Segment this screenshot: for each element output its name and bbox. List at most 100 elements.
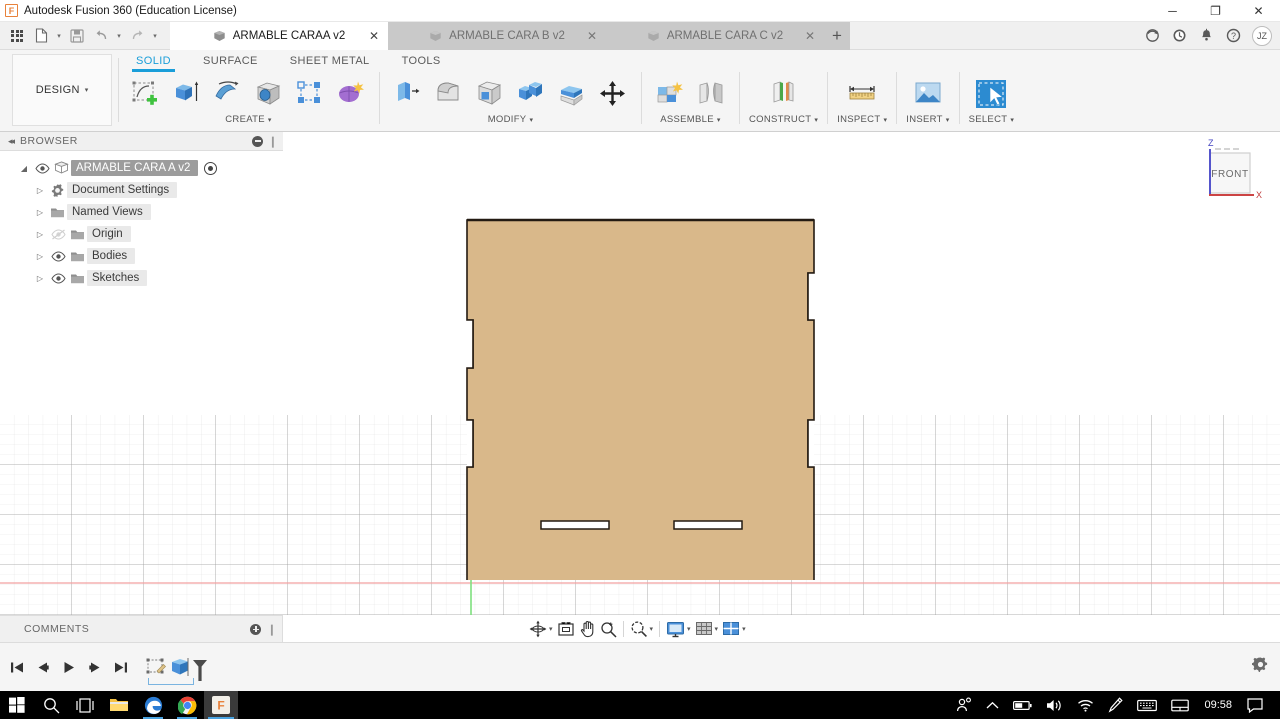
battery-icon[interactable] [1006,691,1039,719]
document-tab-1-close-icon[interactable]: ✕ [369,30,379,42]
step-forward-icon[interactable] [86,656,104,678]
tab-solid[interactable]: SOLID [120,50,187,72]
zoom-icon[interactable] [598,617,619,641]
pan-icon[interactable] [577,617,598,641]
chevron-down-icon[interactable]: ▾ [687,625,691,633]
tab-surface[interactable]: SURFACE [187,50,274,72]
step-back-icon[interactable] [34,656,52,678]
timeline-sketch-feature[interactable] [144,656,168,678]
armable-cara-panel-model[interactable] [455,180,830,580]
combine-icon[interactable] [512,74,550,114]
file-explorer-icon[interactable] [102,691,136,719]
people-icon[interactable] [949,691,979,719]
windows-start-icon[interactable] [0,691,34,719]
close-button[interactable]: ✕ [1237,0,1280,22]
expand-twisty-icon[interactable]: ▷ [32,230,48,239]
minimize-button[interactable]: ─ [1151,0,1194,22]
fusion360-icon[interactable]: F [204,691,238,719]
tab-sheet-metal[interactable]: SHEET METAL [274,50,386,72]
timeline-marker-icon[interactable] [192,659,208,688]
undo-caret-icon[interactable]: ▾ [114,25,124,47]
search-icon[interactable] [34,691,68,719]
expand-twisty-icon[interactable]: ▷ [32,274,48,283]
chevron-down-icon[interactable]: ▾ [650,625,654,633]
comments-panel-header[interactable]: COMMENTS ❙ [0,615,283,642]
ribbon-panel-modify-label[interactable]: MODIFY▾ [488,114,534,125]
look-at-icon[interactable] [555,617,577,641]
job-status-icon[interactable] [1167,24,1191,48]
eye-icon[interactable] [48,251,68,262]
maximize-button[interactable]: ❐ [1194,0,1237,22]
task-view-icon[interactable] [68,691,102,719]
ribbon-panel-construct-label[interactable]: CONSTRUCT▾ [749,114,818,125]
shell-icon[interactable] [471,74,509,114]
zoom-window-icon[interactable]: ▾ [628,617,656,641]
offset-plane-icon[interactable] [765,74,803,114]
timeline-settings-gear-icon[interactable] [1251,656,1280,678]
keyboard-icon[interactable] [1130,691,1164,719]
orbit-icon[interactable]: ▾ [527,617,555,641]
document-tab-3[interactable]: ARMABLE CARA C v2 ✕ [606,22,824,50]
document-tab-2[interactable]: ARMABLE CARA B v2 ✕ [388,22,606,50]
select-icon[interactable] [972,74,1010,114]
app-grid-icon[interactable] [6,25,28,47]
ribbon-panel-create-label[interactable]: CREATE▾ [225,114,271,125]
document-tab-1[interactable]: ARMABLE CARAA v2 ✕ [170,22,388,50]
tab-tools[interactable]: TOOLS [386,50,457,72]
expand-twisty-icon[interactable]: ▷ [32,208,48,217]
edge-browser-icon[interactable] [136,691,170,719]
revolve-icon[interactable] [209,74,247,114]
press-pull-icon[interactable] [389,74,427,114]
circle-minus-icon[interactable] [252,136,263,147]
pen-icon[interactable] [1101,691,1130,719]
split-body-icon[interactable] [553,74,591,114]
chevron-down-icon[interactable]: ▾ [715,625,719,633]
measure-icon[interactable] [843,74,881,114]
redo-caret-icon[interactable]: ▾ [150,25,160,47]
grid-snaps-icon[interactable]: ▾ [693,617,721,641]
panel-grip-icon[interactable]: ❙ [268,135,278,148]
touchpad-icon[interactable] [1164,691,1196,719]
chrome-browser-icon[interactable] [170,691,204,719]
hole-icon[interactable] [250,74,288,114]
eye-icon[interactable] [48,273,68,284]
expand-twisty-icon[interactable]: ▷ [32,252,48,261]
tree-node-bodies[interactable]: ▷ Bodies [32,245,283,267]
create-sketch-icon[interactable] [127,74,165,114]
ribbon-panel-select-label[interactable]: SELECT▾ [969,114,1015,125]
new-document-icon[interactable] [30,25,52,47]
ribbon-panel-assemble-label[interactable]: ASSEMBLE▾ [660,114,720,125]
ribbon-panel-inspect-label[interactable]: INSPECT▾ [837,114,887,125]
go-to-beginning-icon[interactable] [8,656,26,678]
timeline-extrude-feature[interactable] [168,656,194,678]
expand-twisty-icon[interactable]: ◢ [16,164,32,173]
expand-twisty-icon[interactable]: ▷ [32,186,48,195]
eye-icon[interactable] [32,163,52,174]
go-to-end-icon[interactable] [112,656,130,678]
help-icon[interactable]: ? [1221,24,1245,48]
tree-node-origin[interactable]: ▷ Origin [32,223,283,245]
document-tab-2-close-icon[interactable]: ✕ [587,30,597,42]
workspace-selector[interactable]: DESIGN ▾ [12,54,112,126]
undo-icon[interactable] [90,25,112,47]
new-document-caret-icon[interactable]: ▾ [54,25,64,47]
sync-icon[interactable] [1140,24,1164,48]
bell-icon[interactable] [1194,24,1218,48]
extrude-icon[interactable] [168,74,206,114]
joint-icon[interactable] [692,74,730,114]
display-settings-icon[interactable]: ▾ [664,617,693,641]
activate-radio-icon[interactable] [204,162,217,175]
viewports-icon[interactable]: ▾ [720,617,748,641]
tree-node-named-views[interactable]: ▷ Named Views [32,201,283,223]
panel-grip-icon[interactable]: ❙ [267,623,277,636]
taskbar-clock[interactable]: 09:58 [1196,699,1240,711]
tree-node-document-settings[interactable]: ▷ Document Settings [32,179,283,201]
circle-plus-icon[interactable] [250,624,261,635]
show-hidden-icons-chevron[interactable] [979,691,1006,719]
pattern-icon[interactable] [291,74,329,114]
insert-image-icon[interactable] [909,74,947,114]
eye-hidden-icon[interactable] [48,229,68,240]
move-copy-icon[interactable] [594,74,632,114]
wifi-icon[interactable] [1070,691,1101,719]
form-icon[interactable] [332,74,370,114]
